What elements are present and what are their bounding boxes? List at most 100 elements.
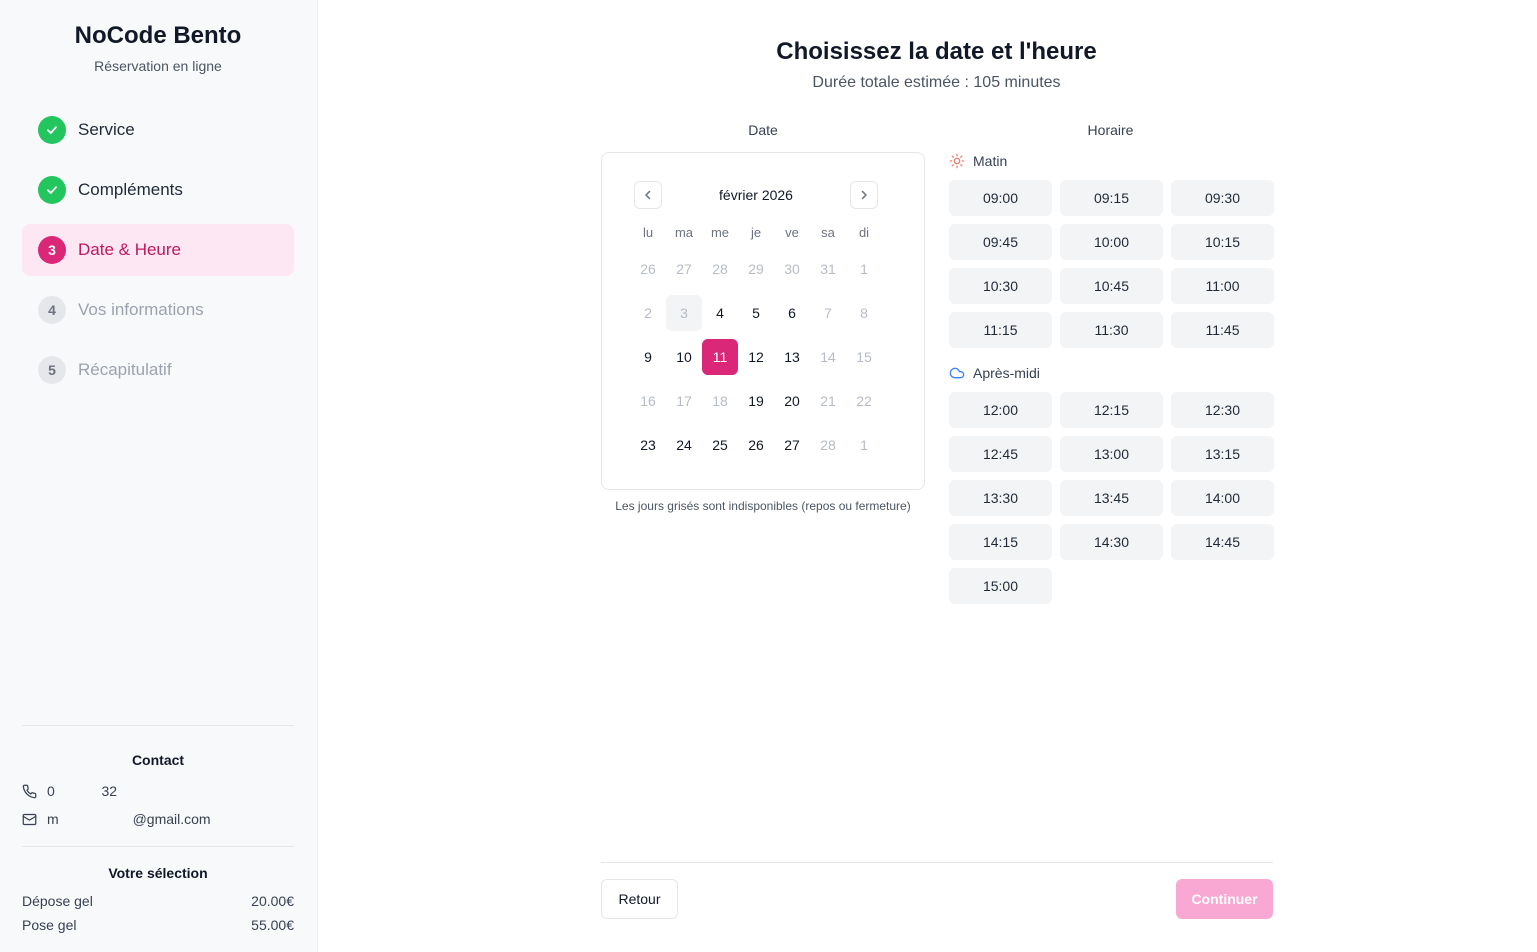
step-label: Service [78,120,135,139]
calendar-day-selected[interactable]: 11 [702,339,738,375]
next-month-button[interactable] [850,181,878,209]
time-slot-button[interactable]: 09:00 [949,180,1052,216]
step-label: Compléments [78,180,183,199]
calendar-day[interactable]: 26 [738,427,774,463]
calendar-day[interactable]: 5 [738,295,774,331]
time-slot-button[interactable]: 13:45 [1060,480,1163,516]
calendar-day: 15 [856,349,872,365]
step-label: Vos informations [78,300,204,319]
step-number: 5 [38,356,66,384]
time-slot-button[interactable]: 14:15 [949,524,1052,560]
step-vos-informations: 4 Vos informations [22,284,294,336]
weekday-label: je [750,225,762,240]
divider [22,846,294,847]
page-subtitle: Durée totale estimée : 105 minutes [812,74,1061,91]
continue-button[interactable]: Continuer [1176,879,1273,919]
weekday-label: me [710,225,730,240]
time-slot-button[interactable]: 10:45 [1060,268,1163,304]
calendar-day: 1 [860,261,868,277]
calendar-day: 31 [820,261,836,277]
step-number: 4 [38,296,66,324]
brand-title: NoCode Bento [74,22,242,49]
time-slot-button[interactable]: 11:00 [1171,268,1274,304]
time-slot-button[interactable]: 11:15 [949,312,1052,348]
sidebar: NoCode Bento Réservation en ligne Servic… [0,0,318,952]
time-slot-button[interactable]: 12:30 [1171,392,1274,428]
chevron-right-icon [861,190,867,200]
time-slot-button[interactable]: 12:15 [1060,392,1163,428]
brand-subtitle: Réservation en ligne [94,58,222,74]
calendar-day[interactable]: 23 [630,427,666,463]
weekday-label: lu [642,225,654,240]
time-slot-button[interactable]: 14:30 [1060,524,1163,560]
calendar-day: 22 [856,393,872,409]
calendar-day: 1 [860,437,868,453]
calendar-day[interactable]: 10 [666,339,702,375]
back-button[interactable]: Retour [601,879,678,919]
calendar-day: 8 [860,305,868,321]
divider [601,862,1273,863]
step-recapitulatif: 5 Récapitulatif [22,344,294,396]
weekday-label: di [858,225,870,240]
calendar-day[interactable]: 13 [774,339,810,375]
mail-icon [22,813,37,825]
weekday-label: ma [674,225,694,240]
time-slot-button[interactable]: 10:30 [949,268,1052,304]
email-address: m @gmail.com [47,811,211,827]
time-slot-button[interactable]: 13:30 [949,480,1052,516]
contact-heading: Contact [131,752,185,768]
afternoon-slots: 12:00 12:15 12:30 12:45 13:00 13:15 13:30 13:45… [949,392,1274,604]
time-slot-button[interactable]: 12:00 [949,392,1052,428]
cloud-icon [949,367,965,379]
morning-slots: 09:00 09:15 09:30 09:45 10:00 10:15 10:30 10:45… [949,180,1274,348]
calendar-day[interactable]: 25 [702,427,738,463]
morning-label: Matin [949,153,1007,169]
selection-item-price: 55.00€ [251,917,294,933]
time-slot-button[interactable]: 13:00 [1060,436,1163,472]
weekday-label: ve [785,225,799,240]
step-list: Service Compléments 3 Date & Heure 4 Vos… [22,104,294,404]
phone-number: 0 32 [47,783,118,799]
time-slot-button[interactable]: 11:30 [1060,312,1163,348]
page-title: Choisissez la date et l'heure [776,38,1097,65]
time-slot-button[interactable]: 15:00 [949,568,1052,604]
time-slot-button[interactable]: 11:45 [1171,312,1274,348]
time-slot-button[interactable]: 09:45 [949,224,1052,260]
contact-email[interactable]: m @gmail.com [22,811,294,827]
selection-item: Dépose gel 20.00€ [22,893,294,909]
step-number: 3 [38,236,66,264]
calendar-day: 29 [748,261,764,277]
time-slot-button[interactable]: 10:00 [1060,224,1163,260]
step-date-heure[interactable]: 3 Date & Heure [22,224,294,276]
time-slot-button[interactable]: 14:45 [1171,524,1274,560]
calendar-day[interactable]: 27 [774,427,810,463]
contact-phone[interactable]: 0 32 [22,783,294,799]
divider [22,725,294,726]
time-slot-button[interactable]: 09:30 [1171,180,1274,216]
calendar-day: 2 [644,305,652,321]
period-label: Après-midi [973,365,1040,381]
time-slot-button[interactable]: 14:00 [1171,480,1274,516]
time-slot-button[interactable]: 12:45 [949,436,1052,472]
calendar-day[interactable]: 20 [774,383,810,419]
calendar-day[interactable]: 19 [738,383,774,419]
step-complements[interactable]: Compléments [22,164,294,216]
prev-month-button[interactable] [634,181,662,209]
calendar-day[interactable]: 6 [774,295,810,331]
time-slot-button[interactable]: 09:15 [1060,180,1163,216]
calendar-day[interactable]: 9 [630,339,666,375]
check-icon [38,176,66,204]
calendar-day[interactable]: 4 [702,295,738,331]
calendar-day: 16 [640,393,656,409]
calendar-day[interactable]: 12 [738,339,774,375]
calendar-day: 21 [820,393,836,409]
step-service[interactable]: Service [22,104,294,156]
calendar-day: 18 [712,393,728,409]
date-heading: Date [748,122,778,138]
phone-icon [22,784,37,798]
time-slot-button[interactable]: 13:15 [1171,436,1274,472]
calendar-day[interactable]: 24 [666,427,702,463]
time-slot-button[interactable]: 10:15 [1171,224,1274,260]
period-label: Matin [973,153,1008,169]
calendar-day: 27 [676,261,692,277]
